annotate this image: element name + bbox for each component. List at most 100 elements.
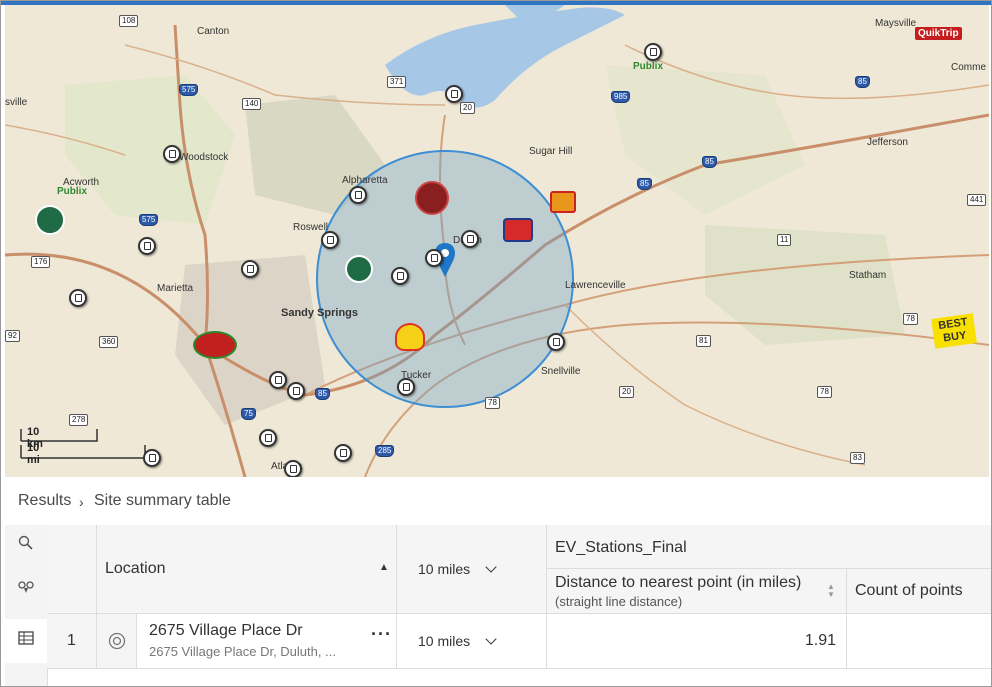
route-shield: 78 <box>817 386 832 398</box>
route-shield: 575 <box>139 214 159 226</box>
shell-logo[interactable] <box>395 323 425 351</box>
ev-station-marker[interactable] <box>334 444 352 462</box>
publix-logo[interactable]: Publix <box>57 186 87 197</box>
route-shield: 78 <box>485 397 500 409</box>
route-shield: 285 <box>375 445 395 457</box>
ev-station-marker[interactable] <box>644 43 662 61</box>
route-shield: 985 <box>611 91 631 103</box>
row-buffer-value: 10 miles <box>418 633 471 649</box>
breadcrumb-current: Site summary table <box>94 492 231 509</box>
buffer-header[interactable]: 10 miles <box>397 525 547 614</box>
route-shield: 20 <box>460 102 475 114</box>
map-label-sville: sville <box>5 97 28 108</box>
breadcrumb: Results › Site summary table <box>5 477 989 525</box>
scale-mi-label: 10 mi <box>27 442 40 466</box>
row-location-name: 2675 Village Place Dr <box>149 622 303 639</box>
location-header[interactable]: Location ▲ <box>97 525 397 614</box>
distance-subheader-label: (straight line distance) <box>555 594 683 609</box>
distance-header[interactable]: Distance to nearest point (in miles) (st… <box>547 569 847 614</box>
row-location-address: 2675 Village Place Dr, Duluth, ... <box>149 644 336 659</box>
bestbuy-logo[interactable]: BEST BUY <box>931 313 977 349</box>
ev-station-marker[interactable] <box>259 429 277 447</box>
ev-station-marker[interactable] <box>461 230 479 248</box>
chevron-down-icon[interactable] <box>473 561 497 579</box>
zoom-search-icon[interactable] <box>15 535 37 557</box>
breadcrumb-results-link[interactable]: Results <box>18 492 71 510</box>
map-label-roswell: Roswell <box>293 222 329 233</box>
row-buffer-cell[interactable]: 10 miles <box>397 614 547 669</box>
ev-station-marker[interactable] <box>349 186 367 204</box>
row-distance-value: 1.91 <box>804 632 836 649</box>
ev-station-marker[interactable] <box>138 237 156 255</box>
buffer-header-label: 10 miles <box>418 561 471 577</box>
quiktrip-logo[interactable]: QuikTrip <box>915 27 962 40</box>
location-header-label: Location <box>105 560 166 577</box>
ev-station-marker[interactable] <box>241 260 259 278</box>
ev-station-marker[interactable] <box>547 333 565 351</box>
route-shield: 81 <box>696 335 711 347</box>
map-label-lawrenceville: Lawrenceville <box>565 280 626 291</box>
map-label-snellville: Snellville <box>541 366 581 377</box>
route-shield: 11 <box>777 234 792 246</box>
more-options-icon[interactable]: ··· <box>371 624 392 645</box>
locate-target-icon[interactable] <box>108 632 126 650</box>
map-view[interactable]: Canton Woodstock Acworth Marietta Sandy … <box>5 5 989 477</box>
side-toolbar <box>5 525 48 686</box>
row-index: 1 <box>67 632 76 649</box>
map-pins-icon[interactable] <box>15 579 37 601</box>
sort-ascending-icon[interactable]: ▲ <box>379 562 389 573</box>
ev-station-marker[interactable] <box>269 371 287 389</box>
route-shield: 83 <box>850 452 865 464</box>
row-location-cell[interactable]: 2675 Village Place Dr 2675 Village Place… <box>137 614 397 669</box>
publix-logo[interactable]: Publix <box>633 61 663 72</box>
route-shield: 176 <box>31 256 51 268</box>
layer-header: EV_Stations_Final <box>547 525 991 569</box>
ev-station-marker[interactable] <box>163 145 181 163</box>
route-shield: 575 <box>179 84 199 96</box>
ev-station-marker[interactable] <box>284 460 302 477</box>
route-shield: 360 <box>99 336 119 348</box>
restaurant-logo[interactable] <box>550 191 576 213</box>
chipotle-logo[interactable] <box>415 181 449 215</box>
route-shield: 85 <box>637 178 652 190</box>
chevron-down-icon[interactable] <box>473 633 497 651</box>
route-shield: 371 <box>387 76 407 88</box>
route-shield: 85 <box>315 388 330 400</box>
index-header <box>47 525 97 614</box>
ev-station-marker[interactable] <box>425 249 443 267</box>
ev-station-marker[interactable] <box>143 449 161 467</box>
jackinbox-logo[interactable] <box>503 218 533 242</box>
sort-icon[interactable]: ▲ ▼ <box>827 583 835 599</box>
map-label-sandy-springs: Sandy Springs <box>281 307 359 319</box>
starbucks-logo[interactable] <box>345 255 373 283</box>
map-label-marietta: Marietta <box>157 283 194 294</box>
map-label-statham: Statham <box>849 270 887 281</box>
count-header[interactable]: Count of points <box>847 569 991 614</box>
ev-station-marker[interactable] <box>69 289 87 307</box>
ev-station-marker[interactable] <box>287 382 305 400</box>
bestbuy-logo-line2: BUY <box>942 329 968 345</box>
route-shield: 85 <box>702 156 717 168</box>
route-shield: 85 <box>855 76 870 88</box>
ev-station-marker[interactable] <box>321 231 339 249</box>
app-frame: Canton Woodstock Acworth Marietta Sandy … <box>0 0 992 687</box>
route-shield: 78 <box>903 313 918 325</box>
row-target-cell[interactable] <box>97 614 137 669</box>
ev-station-marker[interactable] <box>391 267 409 285</box>
distance-header-label: Distance to nearest point (in miles) <box>555 574 802 591</box>
route-shield: 140 <box>242 98 262 110</box>
ev-station-marker[interactable] <box>397 378 415 396</box>
starbucks-logo[interactable] <box>35 205 65 235</box>
row-count-cell <box>847 614 991 669</box>
route-shield: 278 <box>69 414 89 426</box>
route-shield: 92 <box>5 330 20 342</box>
ev-station-marker[interactable] <box>445 85 463 103</box>
breadcrumb-separator: › <box>79 494 84 510</box>
restaurant-logo[interactable] <box>193 331 237 359</box>
table-icon[interactable] <box>15 629 37 651</box>
row-index-cell: 1 <box>47 614 97 669</box>
count-header-label: Count of points <box>855 582 963 599</box>
map-label-woodstock: Woodstock <box>179 152 229 163</box>
row-distance-cell: 1.91 <box>547 614 847 669</box>
map-label-maysville: Maysville <box>875 18 917 29</box>
